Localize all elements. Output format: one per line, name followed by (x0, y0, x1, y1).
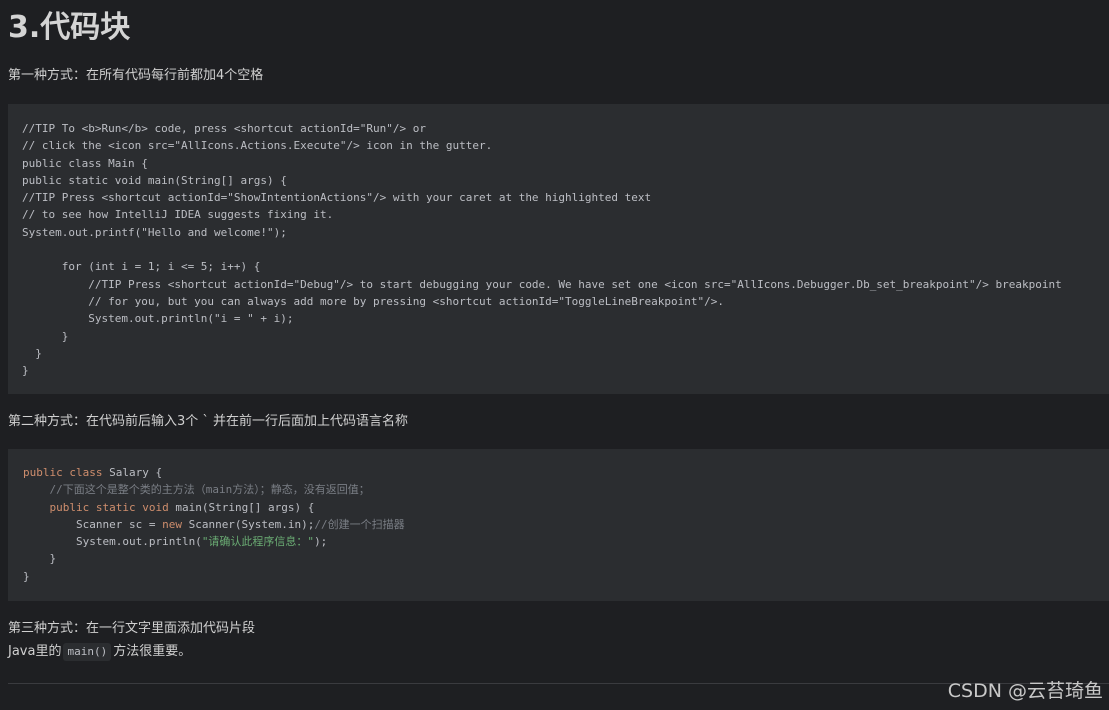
sentence-text: Java里的 (8, 644, 62, 659)
method2-label: 第二种方式：在代码前后输入3个 ` 并在前一行后面加上代码语言名称 (8, 414, 409, 429)
code-line: // click the <icon src="AllIcons.Actions… (22, 139, 493, 153)
code-line: System.out.printf("Hello and welcome!"); (22, 225, 287, 239)
code-comment: //下面这个是整个类的主方法（main方法）；静态，没有返回值； (23, 483, 370, 497)
code-comment: //创建一个扫描器 (314, 517, 405, 531)
code-keyword: new (162, 517, 182, 531)
code-block-indented: //TIP To <b>Run</b> code, press <shortcu… (8, 104, 1109, 394)
code-token: Salary { (102, 466, 163, 479)
method3-example: Java里的 main() 方法很重要。 (8, 642, 191, 662)
inline-code: main() (63, 643, 112, 661)
code-line: // for you, but you can always add more … (22, 294, 724, 308)
code-token: main(String[] args) { (168, 500, 315, 514)
code-token: Scanner(System.in); (181, 517, 315, 531)
code-string: "请确认此程序信息：" (201, 535, 315, 549)
code-line: // to see how IntelliJ IDEA suggests fix… (22, 208, 334, 222)
code-token: ); (314, 535, 328, 549)
code-line: public static void main(String[] args) { (22, 173, 287, 187)
code-text: //TIP To <b>Run</b> code, press <shortcu… (22, 120, 1109, 379)
code-line: } (22, 364, 29, 378)
code-token: } (23, 569, 30, 583)
code-line: } (22, 329, 69, 343)
watermark: CSDN @云苔琦鱼 (947, 680, 1103, 702)
code-text: public class Salary { //下面这个是整个类的主方法（mai… (23, 464, 1109, 585)
code-line: System.out.println("i = " + i); (22, 312, 294, 326)
divider (8, 683, 1109, 684)
code-line: //TIP To <b>Run</b> code, press <shortcu… (22, 122, 426, 135)
code-keyword: public static void (49, 500, 169, 514)
code-token: } (23, 552, 57, 566)
code-line: //TIP Press <shortcut actionId="Debug"/>… (22, 277, 1062, 291)
code-token: Scanner sc = (23, 517, 163, 531)
code-block-fenced: public class Salary { //下面这个是整个类的主方法（mai… (8, 449, 1109, 601)
section-heading: 3.代码块 (8, 10, 131, 45)
sentence-text: 方法很重要。 (113, 644, 192, 659)
code-line: public class Main { (22, 156, 148, 170)
code-line: //TIP Press <shortcut actionId="ShowInte… (22, 191, 652, 205)
article-page: 3.代码块 第一种方式：在所有代码每行前都加4个空格 //TIP To <b>R… (0, 0, 1109, 710)
code-line: } (22, 346, 42, 360)
code-keyword: public class (23, 466, 103, 479)
method3-label: 第三种方式：在一行文字里面添加代码片段 (8, 621, 256, 636)
method1-label: 第一种方式：在所有代码每行前都加4个空格 (8, 68, 264, 83)
code-token: System.out.println( (23, 535, 202, 549)
code-line: for (int i = 1; i <= 5; i++) { (22, 260, 261, 274)
